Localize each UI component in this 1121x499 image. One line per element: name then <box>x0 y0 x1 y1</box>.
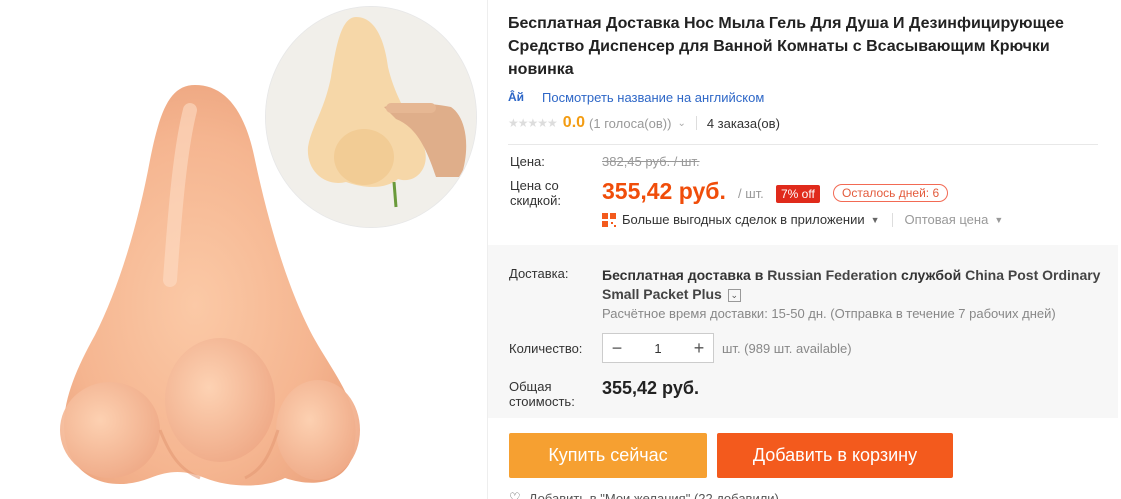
discount-price-label: Цена со скидкой: <box>510 178 561 208</box>
price-unit: / шт. <box>738 186 764 201</box>
separator <box>891 212 893 227</box>
days-left-badge: Осталось дней: 6 <box>833 184 949 202</box>
current-price: 355,42 руб. <box>602 178 726 204</box>
buy-now-button[interactable]: Купить сейчас <box>509 433 707 478</box>
delivery-estimate: Расчётное время доставки: 15-50 дн. (Отп… <box>602 306 1056 321</box>
chevron-down-icon[interactable]: ⌄ <box>727 288 741 302</box>
shipping-label: Доставка: <box>509 266 569 281</box>
separator <box>695 116 697 130</box>
price-label: Цена: <box>510 154 545 169</box>
votes-count[interactable]: (1 голоса(ов)) <box>589 116 671 131</box>
wishlist-link[interactable]: Добавить в "Мои желания" (22 добавили) <box>529 491 779 499</box>
add-to-cart-button[interactable]: Добавить в корзину <box>717 433 953 478</box>
total-label: Общая стоимость: <box>509 379 575 409</box>
rating-value: 0.0 <box>562 114 586 131</box>
thumbnail-illustration <box>266 7 476 227</box>
rating-row: ★★★★★ 0.0 (1 голоса(ов)) ⌄ 4 заказа(ов) <box>508 112 1108 134</box>
discount-badge: 7% off <box>776 185 820 203</box>
qr-code-icon <box>602 212 616 227</box>
translate-row: Âй Посмотреть название на английском <box>508 87 1108 107</box>
deals-row: Больше выгодных сделок в приложении ▼ Оп… <box>602 212 1003 227</box>
available-stock: шт. (989 шт. available) <box>722 341 852 356</box>
shipping-method[interactable]: Бесплатная доставка в Russian Federation… <box>602 266 1107 304</box>
orders-count: 4 заказа(ов) <box>706 115 780 131</box>
translate-icon: Âй <box>508 90 525 104</box>
product-gallery: ​ <box>0 0 488 499</box>
wholesale-price-link[interactable]: Оптовая цена <box>905 212 989 227</box>
caret-down-icon[interactable]: ▼ <box>994 215 1003 225</box>
star-rating-icon: ★★★★★ <box>508 116 558 130</box>
total-price: 355,42 руб. <box>602 378 699 398</box>
divider <box>508 144 1098 145</box>
wishlist-row[interactable]: ♡ Добавить в "Мои желания" (22 добавили) <box>509 490 779 499</box>
quantity-increase-button[interactable]: + <box>685 338 713 359</box>
price-section: Цена: 382,45 руб. / шт. Цена со скидкой: … <box>508 150 1108 240</box>
chevron-down-icon[interactable]: ⌄ <box>677 118 685 129</box>
old-price: 382,45 руб. / шт. <box>602 154 700 169</box>
quantity-input[interactable]: 1 <box>631 341 685 356</box>
product-info: Бесплатная Доставка Нос Мыла Гель Для Ду… <box>508 0 1108 145</box>
product-title: Бесплатная Доставка Нос Мыла Гель Для Ду… <box>508 15 1064 78</box>
quantity-label: Количество: <box>509 341 583 356</box>
app-deals-link[interactable]: Больше выгодных сделок в приложении <box>622 212 865 227</box>
thumbnail-image[interactable] <box>265 6 477 228</box>
heart-icon[interactable]: ♡ <box>509 490 521 499</box>
quantity-stepper: − 1 + <box>602 333 714 363</box>
quantity-decrease-button[interactable]: − <box>603 338 631 359</box>
view-english-title-link[interactable]: Посмотреть название на английском <box>542 90 764 105</box>
caret-down-icon[interactable]: ▼ <box>871 215 880 225</box>
